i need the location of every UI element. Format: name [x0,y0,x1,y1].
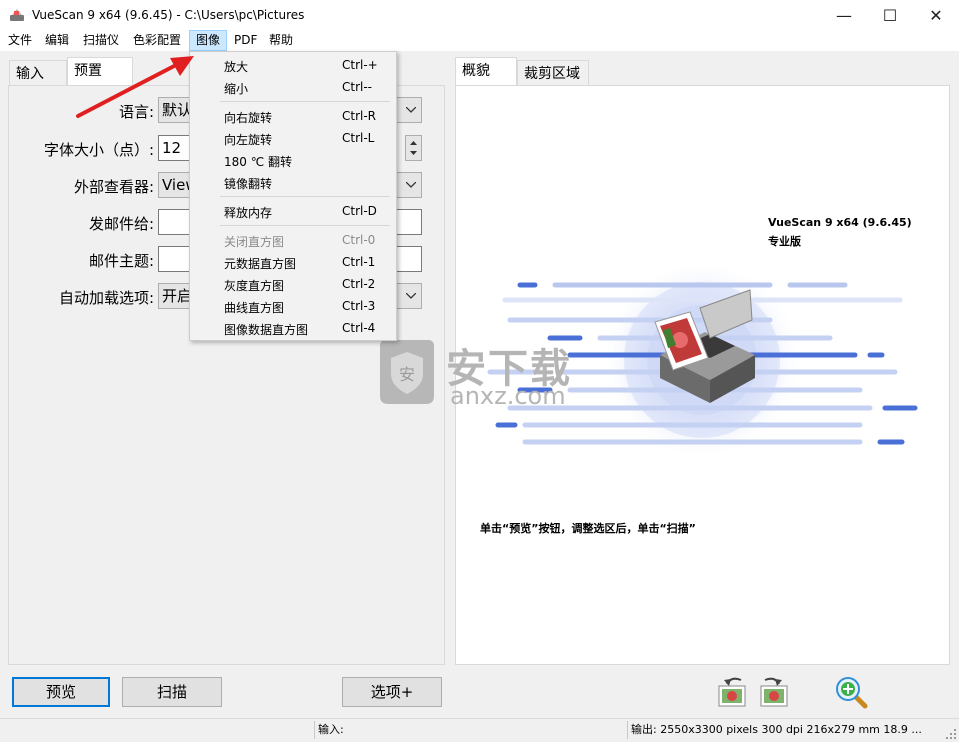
shortcut-histogram-off: Ctrl-0 [342,233,376,247]
email-subject-label: 邮件主题: [88,252,154,270]
annotation-arrow-icon [76,56,194,118]
close-button[interactable]: ✕ [913,0,959,30]
menu-separator [220,196,390,197]
menu-edit[interactable]: 编辑 [39,30,75,51]
chevron-down-icon[interactable] [400,173,422,197]
shortcut-raw-histogram: Ctrl-1 [342,255,376,269]
font-size-label: 字体大小（点）: [43,141,154,159]
rotate-left-icon[interactable] [717,674,749,708]
shortcut-image-histogram: Ctrl-4 [342,321,376,335]
menu-item-free-memory[interactable]: 释放内存 [224,204,272,221]
minimize-button[interactable]: — [821,0,867,30]
menu-color-profile[interactable]: 色彩配置 [127,30,187,51]
maximize-icon: ☐ [882,5,898,25]
edition-label: 专业版 [768,235,801,248]
scan-button[interactable]: 扫描 [122,677,222,707]
shortcut-rotate-right: Ctrl-R [342,109,377,123]
shortcut-free-memory: Ctrl-D [342,204,377,218]
image-menu-dropdown: 放大 Ctrl-+ 缩小 Ctrl-- 向右旋转 Ctrl-R 向左旋转 Ctr… [189,51,397,341]
close-icon: ✕ [929,5,943,25]
external-viewer-label: 外部查看器: [73,178,154,196]
menu-item-rotate-right[interactable]: 向右旋转 [224,109,272,126]
menu-item-mirror[interactable]: 镜像翻转 [224,175,272,192]
preview-hint: 单击“预览”按钮，调整选区后，单击“扫描” [480,522,696,535]
svg-text:安: 安 [399,365,415,384]
shortcut-rotate-left: Ctrl-L [342,131,375,145]
maximize-button[interactable]: ☐ [867,0,913,30]
minimize-icon: — [836,5,852,25]
menu-item-image-histogram[interactable]: 图像数据直方图 [224,321,308,338]
menu-item-raw-histogram[interactable]: 元数据直方图 [224,255,296,272]
window-title: VueScan 9 x64 (9.6.45) - C:\Users\pc\Pic… [32,8,305,22]
watermark-shield-icon: 安 [380,340,434,404]
tab-overview[interactable]: 概貌 [455,57,517,86]
shortcut-gray-histogram: Ctrl-2 [342,277,376,291]
preview-button[interactable]: 预览 [12,677,110,707]
zoom-in-icon[interactable] [835,676,869,710]
font-size-stepper[interactable] [405,135,422,161]
chevron-down-icon[interactable] [400,98,422,122]
resize-grip-icon[interactable] [945,728,957,740]
product-name: VueScan 9 x64 (9.6.45) [768,216,912,229]
tab-input[interactable]: 输入 [9,60,67,86]
autoload-label: 自动加载选项: [58,289,154,307]
email-to-label: 发邮件给: [88,215,154,233]
menu-image[interactable]: 图像 [189,30,228,51]
shortcut-curve-histogram: Ctrl-3 [342,299,376,313]
tab-crop-area[interactable]: 裁剪区域 [517,60,589,86]
menu-item-zoom-in[interactable]: 放大 [224,58,248,75]
status-output: 输出: 2550x3300 pixels 300 dpi 216x279 mm … [627,721,949,739]
menu-item-zoom-out[interactable]: 缩小 [224,80,248,97]
menu-file[interactable]: 文件 [2,30,38,51]
menu-scanner[interactable]: 扫描仪 [77,30,125,51]
status-input: 输入: [314,721,628,739]
menu-help[interactable]: 帮助 [263,30,299,51]
watermark-en: anxz.com [450,382,566,410]
shortcut-zoom-out: Ctrl-- [342,80,373,94]
shortcut-zoom-in: Ctrl-+ [342,58,378,72]
menu-item-flip-180[interactable]: 180 ℃ 翻转 [224,153,292,170]
menu-item-gray-histogram[interactable]: 灰度直方图 [224,277,284,294]
menu-item-rotate-left[interactable]: 向左旋转 [224,131,272,148]
rotate-right-icon[interactable] [757,674,789,708]
options-button[interactable]: 选项+ [342,677,442,707]
stepper-arrows-icon [410,141,417,155]
menu-item-histogram-off[interactable]: 关闭直方图 [224,233,284,250]
menu-separator [220,101,390,102]
autoload-value: 开启 [162,287,193,305]
chevron-down-icon[interactable] [400,284,422,308]
vuescan-app-icon[interactable] [9,7,25,23]
menu-separator [220,225,390,226]
menu-pdf[interactable]: PDF [228,30,263,51]
menu-item-curve-histogram[interactable]: 曲线直方图 [224,299,284,316]
